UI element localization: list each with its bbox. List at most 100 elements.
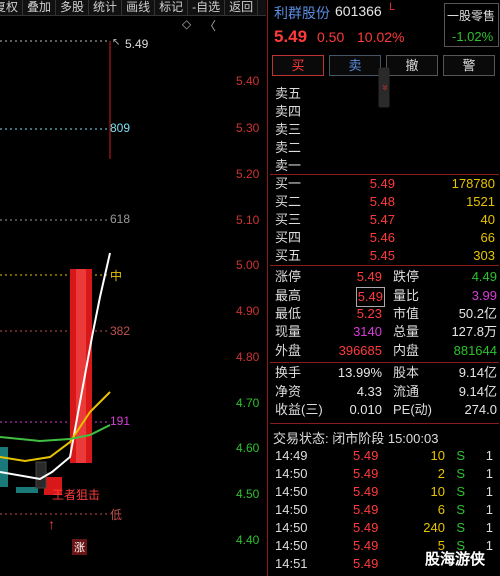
tick-row: 14:50 5.49 10 S 1 bbox=[275, 483, 497, 501]
toolbar-mark[interactable]: 标记 bbox=[155, 0, 189, 15]
toolbar-overlay[interactable]: 叠加 bbox=[23, 0, 57, 15]
quote-header: 利群股份 601366 L 5.49 0.50 10.02% 一股零售 -1.0… bbox=[268, 0, 500, 50]
chart-canvas: ↖ ↑ bbox=[0, 37, 120, 532]
fib-618-label: 618 bbox=[110, 212, 131, 226]
tick-count: 1 bbox=[485, 502, 493, 517]
scroll-left-icon[interactable]: 〈 bbox=[204, 17, 216, 34]
watermark-text: 股海游侠 bbox=[425, 551, 486, 568]
turnover-label: 换手 bbox=[275, 365, 302, 380]
price-change: 0.50 bbox=[317, 29, 345, 45]
bid-label: 买一 bbox=[275, 176, 302, 191]
candle-1 bbox=[0, 447, 8, 487]
bid-price: 5.49 bbox=[369, 176, 395, 191]
bid-row: 买二 5.48 1521 bbox=[275, 193, 495, 211]
bid-volume: 303 bbox=[473, 248, 495, 263]
price-tick-4.70: 4.70 bbox=[236, 396, 260, 410]
tick-count: 1 bbox=[485, 448, 493, 463]
alert-button[interactable]: 警 bbox=[443, 55, 495, 76]
diamond-icon[interactable]: ◇ bbox=[182, 17, 191, 31]
fib-809-label: 809 bbox=[110, 121, 131, 135]
price-tick-4.90: 4.90 bbox=[236, 304, 260, 318]
bid-volume: 178780 bbox=[451, 176, 495, 191]
bid-price: 5.48 bbox=[369, 194, 395, 209]
toolbar-remove-watchlist[interactable]: -自选 bbox=[188, 0, 226, 15]
current-price: 5.49 bbox=[274, 27, 308, 46]
tick-time: 14:51 bbox=[275, 556, 308, 571]
toolbar-statistics[interactable]: 统计 bbox=[89, 0, 123, 15]
limit-up-candle-glow bbox=[76, 269, 86, 463]
tick-count: 1 bbox=[485, 484, 493, 499]
tick-time: 14:50 bbox=[275, 538, 308, 553]
candle-2 bbox=[16, 487, 38, 493]
outer-disk-label: 外盘 bbox=[275, 343, 302, 358]
tick-volume: 240 bbox=[423, 520, 445, 535]
limit-up-label: 涨停 bbox=[275, 269, 302, 284]
ma-line-white bbox=[0, 252, 111, 481]
limit-up-value: 5.49 bbox=[356, 269, 382, 284]
trading-status: 交易状态: 闭市阶段 15:00:03 bbox=[273, 431, 439, 446]
bid-volume: 1521 bbox=[466, 194, 495, 209]
cancel-order-button[interactable]: 撤 bbox=[386, 55, 438, 76]
candle-shadow bbox=[35, 461, 47, 489]
stats-row: 涨停 5.49 跌停 4.49 bbox=[275, 268, 497, 286]
tick-row: 14:49 5.49 10 S 1 bbox=[275, 447, 497, 465]
bid-row: 买五 5.45 303 bbox=[275, 247, 495, 265]
total-volume-value: 127.8万 bbox=[451, 324, 497, 339]
odd-lot-label: 一股零售 bbox=[447, 9, 496, 23]
toolbar-draw-line[interactable]: 画线 bbox=[122, 0, 156, 15]
tick-time: 14:50 bbox=[275, 484, 308, 499]
eps-label: 收益(三) bbox=[275, 402, 323, 417]
stock-code: 601366 bbox=[335, 3, 382, 19]
bid-price: 5.45 bbox=[369, 248, 395, 263]
eps-value: 0.010 bbox=[349, 402, 382, 417]
stats-row: 换手 13.99% 股本 9.14亿 bbox=[275, 364, 497, 382]
bid-price: 5.46 bbox=[369, 230, 395, 245]
price-tick-4.60: 4.60 bbox=[236, 441, 260, 455]
candlestick-chart[interactable]: ↖ ↑ 5.49 809 618 中 382 191 低 王者狙击 涨 ◇ 〈 … bbox=[0, 17, 266, 576]
toolbar-multi-stock[interactable]: 多股 bbox=[56, 0, 90, 15]
low-label: 最低 bbox=[275, 306, 302, 321]
toolbar-fuquan[interactable]: 复权 bbox=[0, 0, 24, 15]
odd-lot-box[interactable]: 一股零售 -1.02% bbox=[444, 3, 499, 47]
ask-label: 卖三 bbox=[275, 122, 302, 137]
current-volume-label: 现量 bbox=[275, 324, 302, 339]
fib-382-label: 382 bbox=[110, 324, 131, 338]
turnover-value: 13.99% bbox=[337, 365, 382, 380]
tick-count: 1 bbox=[485, 466, 493, 481]
tick-volume: 10 bbox=[430, 448, 445, 463]
price-tick-5.10: 5.10 bbox=[236, 213, 260, 227]
tick-time: 14:50 bbox=[275, 466, 308, 481]
stats-row: 外盘 396685 内盘 881644 bbox=[275, 342, 497, 360]
tick-direction: S bbox=[456, 466, 465, 481]
tick-count: 1 bbox=[485, 520, 493, 535]
ask-row: 卖四 bbox=[275, 103, 495, 121]
divider bbox=[270, 423, 499, 424]
inner-disk-label: 内盘 bbox=[393, 343, 420, 358]
volume-ratio-label: 量比 bbox=[393, 288, 420, 303]
tick-price: 5.49 bbox=[353, 466, 379, 481]
tick-time: 14:49 bbox=[275, 448, 308, 463]
quote-panel: 利群股份 601366 L 5.49 0.50 10.02% 一股零售 -1.0… bbox=[267, 0, 500, 576]
ask-row: 卖一 bbox=[275, 157, 495, 175]
tick-price: 5.49 bbox=[353, 484, 379, 499]
tick-count: 1 bbox=[485, 538, 493, 553]
stats-row: 收益(三) 0.010 PE(动) 274.0 bbox=[275, 401, 497, 419]
tick-volume: 10 bbox=[430, 484, 445, 499]
toolbar-back[interactable]: 返回 bbox=[225, 0, 259, 15]
signal-label: 王者狙击 bbox=[52, 488, 101, 502]
sell-button[interactable]: 卖 bbox=[329, 55, 381, 76]
ma-line-green bbox=[0, 424, 111, 443]
price-tick-4.40: 4.40 bbox=[236, 533, 260, 547]
chart-toolbar: 复权 叠加 多股 统计 画线 标记 -自选 返回 bbox=[0, 0, 266, 16]
limit-down-label: 跌停 bbox=[393, 269, 420, 284]
fib-191-label: 191 bbox=[110, 414, 131, 428]
bid-label: 买三 bbox=[275, 212, 302, 227]
tick-volume: 2 bbox=[437, 466, 445, 481]
stock-name: 利群股份 bbox=[274, 5, 330, 21]
odd-lot-value: -1.02% bbox=[452, 29, 494, 44]
buy-button[interactable]: 买 bbox=[272, 55, 324, 76]
high-label: 最高 bbox=[275, 288, 302, 303]
mid-level-label: 中 bbox=[110, 269, 123, 283]
bid-row: 买四 5.46 66 bbox=[275, 229, 495, 247]
float-shares-value: 9.14亿 bbox=[458, 384, 497, 399]
